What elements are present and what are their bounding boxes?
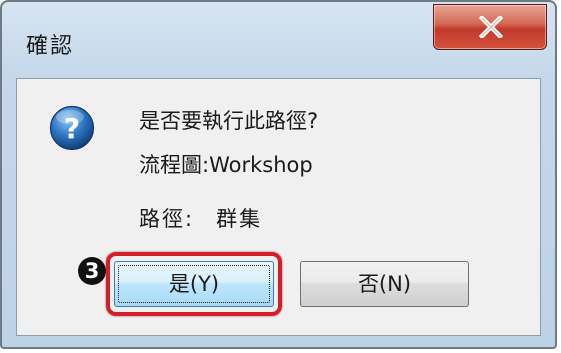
step-number-badge: 3 (78, 257, 106, 285)
title-bar[interactable]: 確認 (2, 2, 555, 78)
yes-button-label: 是(Y) (168, 272, 220, 296)
question-icon: ? (49, 105, 95, 151)
close-x-icon (478, 16, 504, 38)
yes-button[interactable]: 是(Y) (114, 261, 274, 307)
message-question: 是否要執行此路徑? (139, 109, 319, 133)
svg-text:?: ? (64, 112, 80, 145)
confirm-dialog: 確認 ? 是否要執行此路徑? 流程圖:Workshop 路徑: 群集 3 是(Y… (0, 0, 557, 349)
svg-text:3: 3 (85, 259, 100, 283)
path-label: 路徑: (139, 207, 195, 231)
close-button[interactable] (433, 4, 547, 50)
path-value: 群集 (216, 207, 263, 231)
message-flowchart: 流程圖:Workshop (139, 153, 313, 177)
dialog-title: 確認 (26, 34, 75, 59)
no-button-label: 否(N) (357, 272, 412, 296)
no-button[interactable]: 否(N) (300, 261, 469, 307)
message-path: 路徑: 群集 (139, 203, 262, 233)
